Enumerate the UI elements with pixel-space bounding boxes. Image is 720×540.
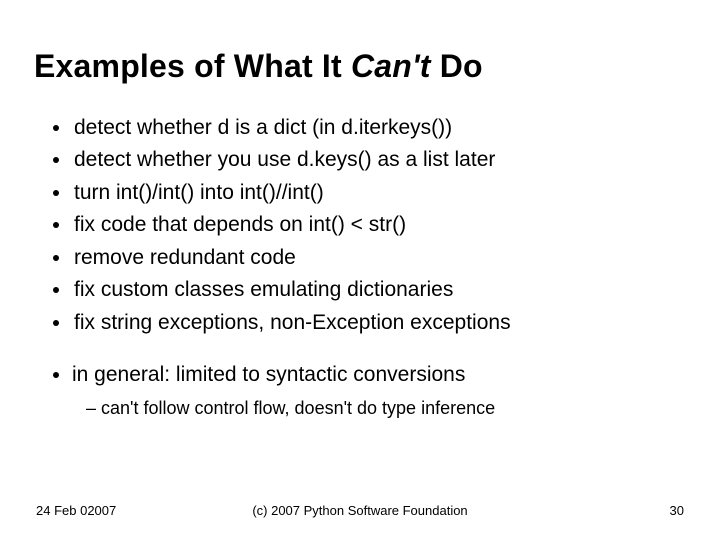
summary-sub-item: can't follow control flow, doesn't do ty…: [86, 395, 686, 421]
footer-copyright: (c) 2007 Python Software Foundation: [0, 503, 720, 518]
summary-text: in general: limited to syntactic convers…: [72, 363, 465, 386]
list-item: fix code that depends on int() < str(): [72, 210, 686, 240]
bullet-text: detect whether you use d.keys() as a lis…: [74, 148, 495, 171]
list-item: fix string exceptions, non-Exception exc…: [72, 308, 686, 338]
title-post: Do: [431, 48, 483, 84]
slide: Examples of What It Can't Do detect whet…: [0, 0, 720, 540]
slide-title: Examples of What It Can't Do: [34, 48, 686, 85]
list-item: fix custom classes emulating dictionarie…: [72, 275, 686, 305]
list-item: remove redundant code: [72, 243, 686, 273]
bullet-text: detect whether d is a dict (in d.iterkey…: [74, 116, 452, 139]
list-item: turn int()/int() into int()//int(): [72, 178, 686, 208]
bullet-text: fix string exceptions, non-Exception exc…: [74, 311, 511, 334]
summary-sub-list: can't follow control flow, doesn't do ty…: [72, 395, 686, 421]
title-pre: Examples of What It: [34, 48, 351, 84]
list-item: detect whether d is a dict (in d.iterkey…: [72, 113, 686, 143]
bullet-text: fix code that depends on int() < str(): [74, 213, 406, 236]
bullet-text: remove redundant code: [74, 246, 296, 269]
summary-list: in general: limited to syntactic convers…: [34, 360, 686, 421]
title-emphasis: Can't: [351, 48, 431, 84]
summary-item: in general: limited to syntactic convers…: [72, 360, 686, 421]
summary-sub-text: can't follow control flow, doesn't do ty…: [101, 398, 495, 418]
bullet-list: detect whether d is a dict (in d.iterkey…: [34, 113, 686, 338]
bullet-text: fix custom classes emulating dictionarie…: [74, 278, 453, 301]
footer: 24 Feb 02007 (c) 2007 Python Software Fo…: [0, 503, 720, 518]
bullet-text: turn int()/int() into int()//int(): [74, 181, 324, 204]
list-item: detect whether you use d.keys() as a lis…: [72, 145, 686, 175]
